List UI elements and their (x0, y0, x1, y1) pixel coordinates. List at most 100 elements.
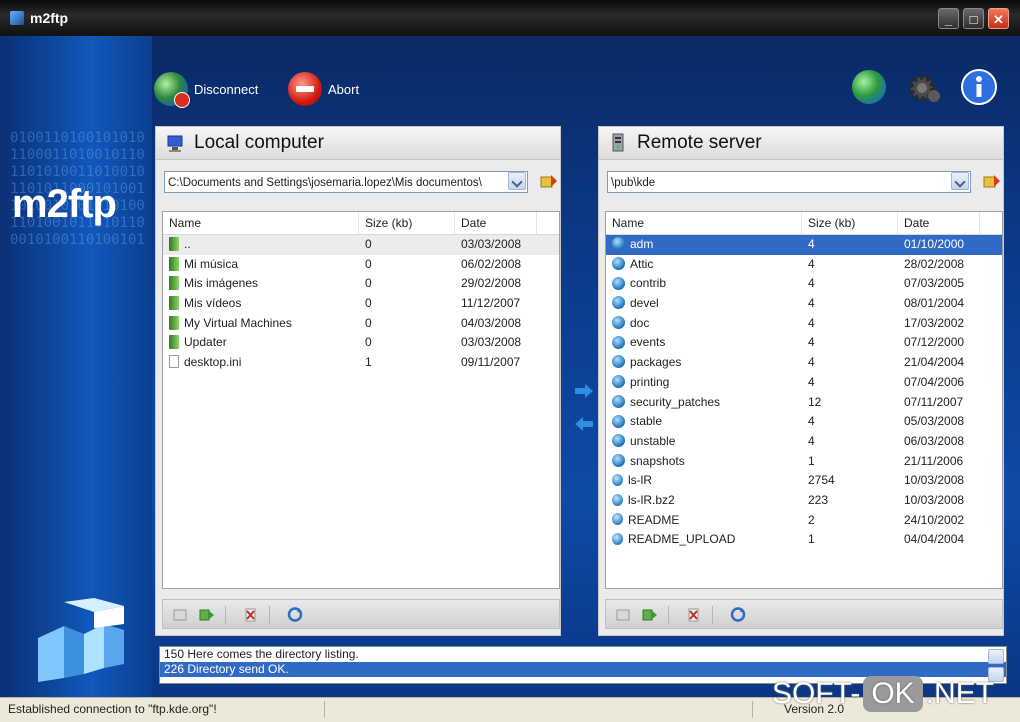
col-name-header[interactable]: Name (606, 212, 802, 234)
transfer-right-arrow-icon[interactable] (574, 384, 594, 398)
remote-file-row[interactable]: packages 4 21/04/2004 (606, 353, 1002, 373)
go-folder-icon[interactable] (540, 173, 558, 189)
file-name: Mis vídeos (184, 296, 242, 311)
file-size-cell: 1 (808, 532, 815, 547)
remote-file-list[interactable]: Name Size (kb) Date adm 4 01/10/2000 Attic 4… (605, 211, 1003, 589)
remote-path-dropdown-button[interactable] (951, 172, 969, 190)
file-name: devel (630, 296, 659, 311)
file-date-cell: 07/11/2007 (904, 394, 964, 409)
file-size-cell: 0 (365, 256, 372, 271)
abort-button[interactable]: Abort (288, 72, 359, 106)
remote-file-row[interactable]: README 2 24/10/2002 (606, 511, 1002, 531)
file-name-cell: Updater (163, 333, 359, 353)
file-name: contrib (630, 276, 667, 291)
new-folder-icon[interactable] (616, 607, 632, 622)
file-size-cell: 4 (808, 355, 815, 370)
refresh-icon[interactable] (730, 607, 746, 622)
server-icon (612, 133, 624, 152)
log-line: 150 Here comes the directory listing. (164, 647, 359, 661)
file-date-cell: 28/02/2008 (904, 256, 965, 271)
disconnect-button[interactable]: Disconnect (154, 72, 258, 108)
folder-icon (169, 256, 179, 271)
watermark-ok: OK (863, 676, 923, 712)
file-size-cell: 4 (808, 433, 815, 448)
col-size-header[interactable]: Size (kb) (802, 212, 898, 234)
local-file-row[interactable]: My Virtual Machines 0 04/03/2008 (163, 314, 559, 334)
window-title: m2ftp (30, 10, 69, 26)
local-file-row[interactable]: Mis vídeos 0 11/12/2007 (163, 294, 559, 314)
col-size-header[interactable]: Size (kb) (359, 212, 455, 234)
file-date-cell: 08/01/2004 (904, 296, 965, 311)
delete-icon[interactable] (243, 607, 259, 622)
col-date-header[interactable]: Date (455, 212, 537, 234)
file-size-cell: 0 (365, 276, 372, 291)
minimize-button[interactable]: _ (938, 8, 959, 29)
delete-icon[interactable] (686, 607, 702, 622)
remote-file-row[interactable]: events 4 07/12/2000 (606, 333, 1002, 353)
remote-file-row[interactable]: Attic 4 28/02/2008 (606, 255, 1002, 275)
file-name-cell: README_UPLOAD (606, 530, 802, 550)
remote-file-row[interactable]: README_UPLOAD 1 04/04/2004 (606, 530, 1002, 550)
local-file-row[interactable]: Mis imágenes 0 29/02/2008 (163, 274, 559, 294)
file-date-cell: 04/03/2008 (461, 315, 522, 330)
local-path-input[interactable]: C:\Documents and Settings\josemaria.lope… (164, 171, 528, 193)
remote-file-row[interactable]: stable 4 05/03/2008 (606, 412, 1002, 432)
download-icon[interactable] (642, 607, 658, 622)
title-bar: m2ftp _ □ ✕ (0, 0, 1020, 36)
remote-file-row[interactable]: printing 4 07/04/2006 (606, 373, 1002, 393)
new-folder-icon[interactable] (173, 607, 189, 622)
col-name-header[interactable]: Name (163, 212, 359, 234)
local-file-row[interactable]: Mi música 0 06/02/2008 (163, 255, 559, 275)
status-message: Established connection to "ftp.kde.org"! (8, 702, 217, 716)
folder-icon (612, 375, 625, 389)
local-file-row[interactable]: .. 0 03/03/2008 (163, 235, 559, 255)
file-icon (612, 513, 623, 526)
local-file-row[interactable]: Updater 0 03/03/2008 (163, 333, 559, 353)
remote-file-row[interactable]: devel 4 08/01/2004 (606, 294, 1002, 314)
file-name: README (628, 512, 680, 527)
folder-icon (612, 276, 625, 290)
close-button[interactable]: ✕ (988, 8, 1009, 29)
file-name-cell: stable (606, 412, 802, 432)
file-date-cell: 21/04/2004 (904, 355, 965, 370)
file-name-cell: .. (163, 235, 359, 255)
file-icon (612, 533, 623, 546)
file-size-cell: 0 (365, 296, 372, 311)
folder-icon (612, 355, 625, 369)
local-path-dropdown-button[interactable] (508, 172, 526, 190)
folder-icon (612, 434, 625, 448)
remote-file-row[interactable]: contrib 4 07/03/2005 (606, 274, 1002, 294)
remote-file-row[interactable]: adm 4 01/10/2000 (606, 235, 1002, 255)
remote-file-row[interactable]: unstable 4 06/03/2008 (606, 432, 1002, 452)
local-file-row[interactable]: desktop.ini 1 09/11/2007 (163, 353, 559, 373)
settings-gear-icon[interactable] (906, 70, 942, 106)
refresh-icon[interactable] (287, 607, 303, 622)
remote-file-row[interactable]: ls-lR.bz2 223 10/03/2008 (606, 491, 1002, 511)
file-size-cell: 4 (808, 296, 815, 311)
file-date-cell: 03/03/2008 (461, 237, 522, 251)
globe-refresh-icon[interactable] (852, 70, 886, 104)
watermark-left: SOFT- (772, 677, 861, 710)
remote-file-row[interactable]: ls-lR 2754 10/03/2008 (606, 471, 1002, 491)
file-date-cell: 03/03/2008 (461, 335, 522, 350)
disconnect-globe-icon (154, 72, 190, 108)
upload-icon[interactable] (199, 607, 215, 622)
go-folder-icon[interactable] (983, 173, 1001, 189)
file-size-cell: 223 (808, 492, 829, 507)
file-name-cell: ls-lR (606, 471, 802, 491)
col-date-header[interactable]: Date (898, 212, 980, 234)
info-icon[interactable] (961, 69, 997, 105)
remote-file-row[interactable]: doc 4 17/03/2002 (606, 314, 1002, 334)
remote-panel-header: Remote server (599, 127, 1003, 160)
remote-file-row[interactable]: snapshots 1 21/11/2006 (606, 452, 1002, 472)
file-date-cell: 06/02/2008 (461, 256, 522, 271)
local-file-list[interactable]: Name Size (kb) Date .. 0 03/03/2008 Mi músi… (162, 211, 560, 589)
transfer-left-arrow-icon[interactable] (574, 417, 594, 431)
remote-path-input[interactable]: \pub\kde (607, 171, 971, 193)
maximize-button[interactable]: □ (963, 8, 984, 29)
log-scroll-up-button[interactable] (988, 649, 1004, 664)
folder-icon (169, 295, 179, 310)
local-panel-header: Local computer (156, 127, 560, 160)
file-size-cell: 1 (808, 453, 815, 468)
remote-file-row[interactable]: security_patches 12 07/11/2007 (606, 393, 1002, 413)
